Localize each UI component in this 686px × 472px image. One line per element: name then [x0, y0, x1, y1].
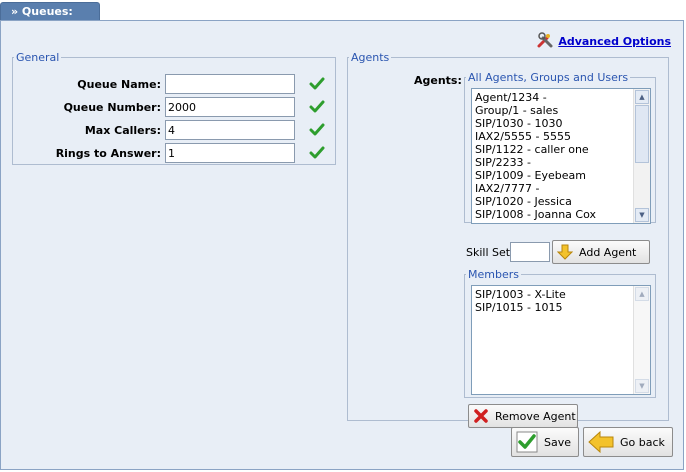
list-item[interactable]: Group/1 - sales	[472, 104, 650, 117]
list-item[interactable]: SIP/1008 - Joanna Cox	[472, 208, 650, 221]
scroll-down-icon[interactable]: ▼	[635, 379, 649, 393]
add-agent-button[interactable]: Add Agent	[552, 240, 650, 264]
queue-number-row: Queue Number:	[13, 97, 295, 117]
go-back-button[interactable]: Go back	[583, 427, 673, 457]
members-scrollbar[interactable]: ▲ ▼	[633, 286, 650, 394]
all-agents-legend: All Agents, Groups and Users	[468, 71, 629, 84]
list-item[interactable]: SIP/1020 - Jessica	[472, 195, 650, 208]
check-icon	[309, 100, 325, 113]
list-item[interactable]: SIP/1009 - Eyebeam	[472, 169, 650, 182]
check-icon	[309, 146, 325, 159]
remove-agent-label: Remove Agent	[495, 409, 576, 423]
all-agents-fieldset: All Agents, Groups and Users Agent/1234 …	[464, 71, 656, 224]
general-fieldset: General Queue Name: Queue Number: Max Ca…	[12, 51, 336, 165]
tools-icon	[536, 31, 554, 52]
list-item[interactable]: SIP/2233 -	[472, 156, 650, 169]
advanced-options-link[interactable]: Advanced Options	[536, 31, 671, 52]
members-fieldset: Members SIP/1003 - X-Lite SIP/1015 - 101…	[464, 268, 656, 398]
agents-fieldset: Agents Agents: All Agents, Groups and Us…	[347, 51, 669, 428]
red-x-icon	[473, 408, 489, 424]
members-legend: Members	[468, 268, 519, 281]
list-item[interactable]: SIP/1015 - 1015	[472, 301, 650, 314]
rings-to-answer-label: Rings to Answer:	[55, 146, 161, 160]
check-icon	[309, 77, 325, 90]
queue-number-label: Queue Number:	[63, 100, 161, 114]
scroll-up-icon[interactable]: ▲	[635, 287, 649, 301]
list-item[interactable]: SIP/1003 - X-Lite	[472, 288, 650, 301]
agents-legend: Agents	[351, 51, 390, 64]
check-icon	[309, 123, 325, 136]
scroll-down-icon[interactable]: ▼	[635, 208, 649, 222]
list-item[interactable]: Agent/1234 -	[472, 91, 650, 104]
skill-set-input[interactable]	[510, 242, 550, 262]
remove-agent-button[interactable]: Remove Agent	[468, 404, 578, 428]
advanced-options-label[interactable]: Advanced Options	[558, 35, 671, 48]
max-callers-row: Max Callers:	[13, 120, 295, 140]
page-tab: » Queues: Edit	[0, 2, 100, 36]
queue-name-label: Queue Name:	[77, 77, 161, 91]
queue-number-input[interactable]	[165, 97, 295, 117]
general-legend: General	[16, 51, 60, 64]
agents-scrollbar[interactable]: ▲ ▼	[633, 89, 650, 223]
save-check-icon	[516, 431, 538, 453]
queue-name-row: Queue Name:	[13, 74, 295, 94]
max-callers-input[interactable]	[165, 120, 295, 140]
skill-set-label: Skill Set:	[466, 246, 514, 259]
list-item[interactable]: IAX2/7777 -	[472, 182, 650, 195]
save-button[interactable]: Save	[511, 427, 579, 457]
all-agents-listbox[interactable]: Agent/1234 - Group/1 - sales SIP/1030 - …	[471, 88, 651, 224]
go-back-label: Go back	[620, 435, 665, 449]
agents-label: Agents:	[414, 74, 462, 87]
add-agent-label: Add Agent	[579, 245, 637, 259]
list-item[interactable]: SIP/1122 - caller one	[472, 143, 650, 156]
rings-to-answer-row: Rings to Answer:	[13, 143, 295, 163]
arrow-left-icon	[588, 431, 614, 453]
list-item[interactable]: IAX2/5555 - 5555	[472, 130, 650, 143]
arrow-down-icon	[557, 244, 573, 260]
save-label: Save	[544, 435, 572, 449]
queue-name-input[interactable]	[165, 74, 295, 94]
scroll-up-icon[interactable]: ▲	[635, 90, 649, 104]
list-item[interactable]: SIP/1030 - 1030	[472, 117, 650, 130]
scroll-thumb[interactable]	[635, 105, 649, 163]
max-callers-label: Max Callers:	[84, 123, 161, 137]
edit-panel: Advanced Options General Queue Name: Que…	[0, 20, 684, 470]
rings-to-answer-input[interactable]	[165, 143, 295, 163]
members-listbox[interactable]: SIP/1003 - X-Lite SIP/1015 - 1015 ▲ ▼	[471, 285, 651, 395]
